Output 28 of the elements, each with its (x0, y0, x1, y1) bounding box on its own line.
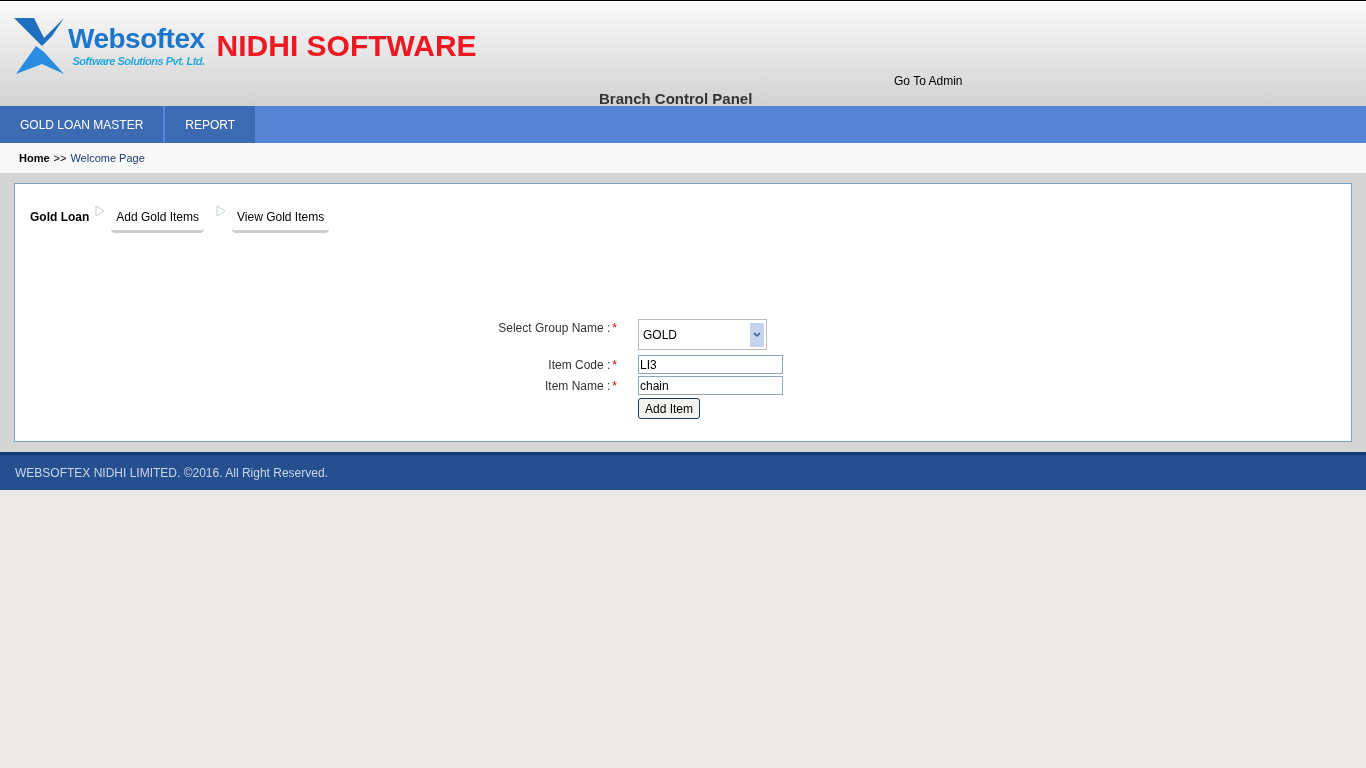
logo-tagline: Software Solutions Pvt. Ltd. (72, 54, 205, 68)
field-label: Select Group Name : (498, 320, 611, 337)
text-field[interactable]: LI3 (638, 355, 783, 374)
panel-title: Branch Control Panel (599, 89, 753, 109)
breadcrumb-home[interactable]: Home (19, 149, 50, 167)
field-label: Item Name : (544, 377, 611, 395)
logo-name: Websoftex (68, 24, 205, 54)
product-title: NIDHI SOFTWARE (216, 31, 477, 61)
required-mark: * (612, 356, 617, 374)
triangle-icon (95, 205, 106, 217)
field-label: Item Code : (548, 356, 611, 374)
admin-link[interactable]: Go To Admin (894, 72, 963, 90)
text-field[interactable]: chain (638, 376, 783, 395)
section-title: Gold Loan (30, 209, 90, 226)
required-mark: * (612, 320, 617, 337)
logo-icon (14, 16, 66, 76)
nav-tab[interactable]: REPORT (165, 106, 256, 143)
footer-text: WEBSOFTEX NIDHI LIMITED. ©2016. All Right Reserved. (15, 464, 328, 482)
required-mark: * (612, 377, 617, 395)
nav-tab[interactable]: GOLD LOAN MASTER (0, 106, 164, 143)
breadcrumb-separator: >> (53, 150, 67, 166)
group-select[interactable]: GOLD (638, 319, 767, 350)
subtab[interactable]: View Gold Items (232, 204, 330, 233)
triangle-icon (216, 205, 227, 217)
breadcrumb-current[interactable]: Welcome Page (70, 149, 145, 167)
subtab[interactable]: Add Gold Items (111, 204, 205, 233)
add-item-button[interactable]: Add Item (638, 398, 700, 419)
chevron-down-icon (750, 322, 764, 347)
